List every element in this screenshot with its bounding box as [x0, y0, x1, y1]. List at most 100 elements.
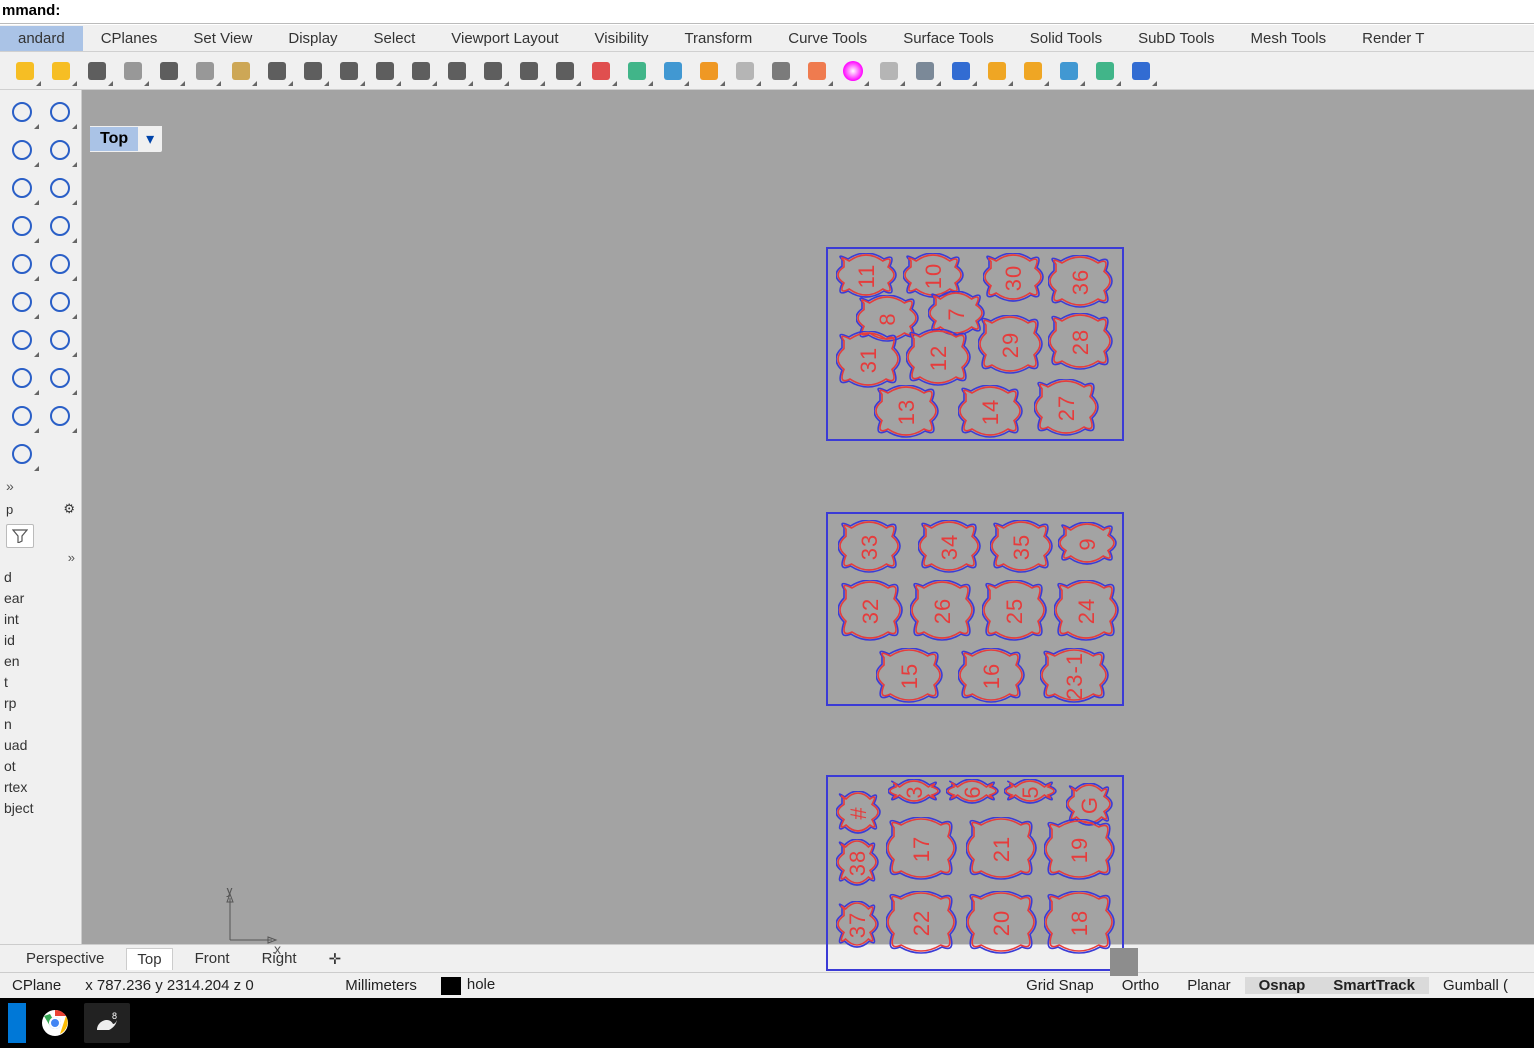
status-units[interactable]: Millimeters — [333, 977, 429, 994]
more-tools[interactable]: » — [0, 476, 81, 496]
plugin-icon[interactable] — [1088, 55, 1122, 87]
group-icon[interactable] — [42, 398, 78, 434]
part-15[interactable]: 15 — [876, 648, 944, 704]
print-icon[interactable] — [80, 55, 114, 87]
part-16[interactable]: 16 — [958, 648, 1026, 704]
part-30[interactable]: 30 — [983, 253, 1045, 303]
polyline-icon[interactable] — [42, 94, 78, 130]
osnap-ot[interactable]: ot — [2, 756, 79, 777]
properties-icon[interactable] — [1052, 55, 1086, 87]
status-osnap[interactable]: Osnap — [1245, 977, 1320, 994]
part-25[interactable]: 25 — [982, 580, 1048, 642]
part-28[interactable]: 28 — [1048, 313, 1114, 371]
rhino-icon[interactable]: 8 — [84, 1003, 130, 1043]
osnap-bject[interactable]: bject — [2, 798, 79, 819]
pan-icon[interactable] — [296, 55, 330, 87]
osnap-id[interactable]: id — [2, 630, 79, 651]
copy-icon[interactable] — [188, 55, 222, 87]
shade-icon[interactable] — [800, 55, 834, 87]
part-38[interactable]: 38 — [836, 839, 880, 887]
point-icon[interactable] — [4, 94, 40, 130]
filter-icon[interactable] — [980, 55, 1014, 87]
rendered-icon[interactable] — [944, 55, 978, 87]
part-9[interactable]: 9 — [1058, 522, 1118, 566]
cylinder-icon[interactable] — [42, 246, 78, 282]
options-icon[interactable] — [1016, 55, 1050, 87]
part-24[interactable]: 24 — [1054, 580, 1120, 642]
zoom-selected-icon[interactable] — [440, 55, 474, 87]
status-ortho[interactable]: Ortho — [1108, 977, 1174, 994]
surface-icon[interactable] — [42, 208, 78, 244]
panel-more[interactable]: » — [0, 550, 81, 565]
arc-icon[interactable] — [42, 132, 78, 168]
osnap-d[interactable]: d — [2, 567, 79, 588]
part-32[interactable]: 32 — [838, 580, 904, 642]
zoom-window-icon[interactable] — [404, 55, 438, 87]
windows-start-button[interactable] — [8, 1003, 26, 1043]
part-3[interactable]: 3 — [888, 779, 942, 805]
part-29[interactable]: 29 — [978, 315, 1044, 375]
cplane-icon[interactable] — [656, 55, 690, 87]
osnap-int[interactable]: int — [2, 609, 79, 630]
add-view-tab[interactable]: ✛ — [319, 948, 352, 970]
status-cplane[interactable]: CPlane — [0, 977, 73, 994]
view-tab-perspective[interactable]: Perspective — [16, 948, 114, 969]
status-smarttrack[interactable]: SmartTrack — [1319, 977, 1429, 994]
light-icon[interactable] — [728, 55, 762, 87]
osnap-en[interactable]: en — [2, 651, 79, 672]
menu-subd-tools[interactable]: SubD Tools — [1120, 26, 1232, 51]
paste-icon[interactable] — [224, 55, 258, 87]
polygon-icon[interactable] — [42, 170, 78, 206]
menu-select[interactable]: Select — [356, 26, 434, 51]
lock-icon[interactable] — [764, 55, 798, 87]
fillet-icon[interactable] — [4, 360, 40, 396]
menu-surface-tools[interactable]: Surface Tools — [885, 26, 1012, 51]
part-#[interactable]: # — [836, 791, 882, 835]
render-icon[interactable] — [836, 55, 870, 87]
menu-cplanes[interactable]: CPlanes — [83, 26, 176, 51]
open-icon[interactable] — [8, 55, 42, 87]
part-14[interactable]: 14 — [958, 385, 1024, 439]
part-6[interactable]: 6 — [946, 779, 1000, 805]
menu-mesh-tools[interactable]: Mesh Tools — [1233, 26, 1345, 51]
help-icon[interactable] — [1124, 55, 1158, 87]
selection-handle[interactable] — [1110, 948, 1138, 976]
viewport-menu-arrow-icon[interactable]: ▾ — [138, 126, 162, 152]
part-26[interactable]: 26 — [910, 580, 976, 642]
part-27[interactable]: 27 — [1034, 379, 1100, 437]
layers-icon[interactable] — [620, 55, 654, 87]
status-planar[interactable]: Planar — [1173, 977, 1244, 994]
part-18[interactable]: 18 — [1044, 891, 1116, 955]
zoom-extents-icon[interactable] — [476, 55, 510, 87]
menu-transform[interactable]: Transform — [666, 26, 770, 51]
grid-icon[interactable] — [548, 55, 582, 87]
menu-andard[interactable]: andard — [0, 26, 83, 51]
status-grid-snap[interactable]: Grid Snap — [1012, 977, 1108, 994]
part-21[interactable]: 21 — [966, 817, 1038, 881]
osnap-uad[interactable]: uad — [2, 735, 79, 756]
part-5[interactable]: 5 — [1004, 779, 1058, 805]
part-35[interactable]: 35 — [990, 520, 1054, 574]
osnap-ear[interactable]: ear — [2, 588, 79, 609]
menu-display[interactable]: Display — [270, 26, 355, 51]
zoom-icon[interactable] — [368, 55, 402, 87]
menu-viewport-layout[interactable]: Viewport Layout — [433, 26, 576, 51]
array-icon[interactable] — [4, 398, 40, 434]
save-icon[interactable] — [44, 55, 78, 87]
part-34[interactable]: 34 — [918, 520, 982, 574]
solid-icon[interactable] — [4, 436, 40, 472]
part-33[interactable]: 33 — [838, 520, 902, 574]
menu-render-t[interactable]: Render T — [1344, 26, 1442, 51]
osnap-t[interactable]: t — [2, 672, 79, 693]
part-13[interactable]: 13 — [874, 385, 940, 439]
undo-view-icon[interactable] — [512, 55, 546, 87]
explode-icon[interactable] — [4, 284, 40, 320]
viewport-canvas[interactable]: y x 111030368731122928131427 33343593226… — [82, 90, 1534, 944]
car-icon[interactable] — [584, 55, 618, 87]
osnap-n[interactable]: n — [2, 714, 79, 735]
status-gumball-[interactable]: Gumball ( — [1429, 977, 1522, 994]
filter-funnel-icon[interactable] — [6, 524, 34, 548]
menu-visibility[interactable]: Visibility — [577, 26, 667, 51]
menu-set-view[interactable]: Set View — [175, 26, 270, 51]
part-19[interactable]: 19 — [1044, 819, 1116, 881]
